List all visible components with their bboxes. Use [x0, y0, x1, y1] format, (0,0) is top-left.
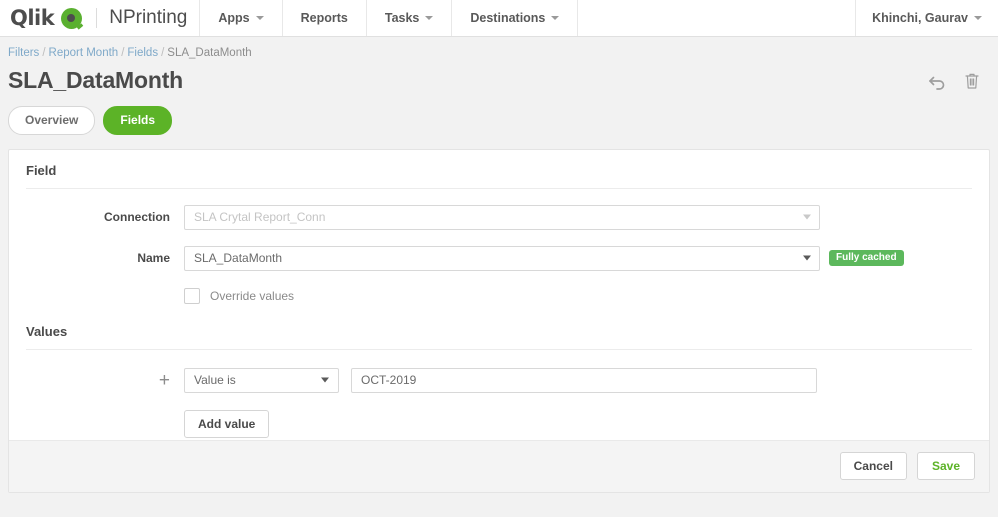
product-name: NPrinting [109, 7, 188, 28]
nav-item-apps[interactable]: Apps [199, 0, 281, 36]
chevron-down-icon [803, 214, 811, 220]
breadcrumb-item-fields[interactable]: Fields [127, 47, 158, 59]
value-row: + Value is OCT-2019 [9, 367, 989, 393]
breadcrumb-separator: / [121, 47, 125, 59]
status-badge-fully-cached: Fully cached [829, 250, 904, 267]
chevron-down-icon [425, 16, 434, 20]
section-heading-field: Field [26, 162, 57, 178]
override-values-row: Override values [9, 287, 989, 304]
connection-field-shell: SLA Crytal Report_Conn [184, 204, 820, 230]
chevron-down-icon [551, 16, 560, 20]
breadcrumb-item-report-month[interactable]: Report Month [49, 47, 119, 59]
panel-body: Field Connection SLA Crytal Report_Conn … [9, 150, 989, 440]
connection-row: Connection SLA Crytal Report_Conn [9, 204, 989, 230]
qlik-logo-icon [61, 7, 83, 29]
plus-icon[interactable]: + [26, 371, 184, 390]
tab-overview[interactable]: Overview [8, 106, 96, 135]
chevron-down-icon [321, 377, 329, 383]
tab-fields[interactable]: Fields [103, 106, 173, 135]
tab-bar: Overview Fields [0, 94, 998, 135]
connection-select[interactable]: SLA Crytal Report_Conn [184, 204, 820, 230]
nav-items: Apps Reports Tasks Destinations [199, 0, 579, 36]
override-values-checkbox[interactable] [184, 287, 200, 304]
user-menu[interactable]: Khinchi, Gaurav [855, 0, 998, 36]
nav-item-destinations[interactable]: Destinations [451, 0, 579, 36]
nav-item-reports-label: Reports [300, 11, 348, 25]
section-divider [26, 348, 972, 350]
breadcrumb-current: SLA_DataMonth [167, 47, 252, 59]
field-editor-panel: Field Connection SLA Crytal Report_Conn … [8, 148, 990, 493]
cancel-button[interactable]: Cancel [839, 452, 907, 481]
title-row: SLA_DataMonth [0, 59, 998, 94]
qlik-wordmark: Qlik [10, 5, 55, 30]
breadcrumb-separator: / [42, 47, 46, 59]
breadcrumb: Filters / Report Month / Fields / SLA_DataMont… [0, 37, 998, 59]
breadcrumb-item-filters[interactable]: Filters [8, 47, 39, 59]
section-divider [26, 187, 972, 189]
panel-footer: Cancel Save [9, 439, 989, 492]
trash-icon[interactable] [964, 72, 980, 90]
name-label: Name [137, 251, 170, 266]
nav-item-tasks-label: Tasks [384, 11, 420, 25]
user-menu-label: Khinchi, Gaurav [872, 11, 968, 25]
brand-logo[interactable]: Qlik [0, 0, 96, 36]
section-heading-values: Values [26, 323, 68, 339]
name-field-shell: SLA_DataMonth [184, 245, 820, 271]
chevron-down-icon [974, 16, 982, 20]
breadcrumb-separator: / [161, 47, 165, 59]
value-input[interactable]: OCT-2019 [351, 367, 817, 393]
undo-arrow-icon[interactable] [928, 72, 946, 90]
chevron-down-icon [803, 255, 811, 261]
value-operator-select[interactable]: Value is [184, 367, 339, 393]
name-row: Name SLA_DataMonth Fully cached [9, 245, 989, 271]
nav-item-apps-label: Apps [218, 11, 250, 25]
nav-item-reports[interactable]: Reports [281, 0, 366, 36]
add-value-row: Add value [9, 409, 989, 439]
nav-item-destinations-label: Destinations [470, 11, 546, 25]
save-button[interactable]: Save [917, 452, 975, 481]
override-values-label: Override values [210, 288, 295, 303]
chevron-down-icon [255, 16, 264, 20]
value-operator-label: Value is [194, 373, 236, 388]
name-select[interactable]: SLA_DataMonth [184, 245, 820, 271]
title-actions [928, 72, 986, 90]
page-title: SLA_DataMonth [8, 67, 184, 93]
connection-label: Connection [104, 210, 170, 225]
row-spacer [26, 410, 184, 438]
add-value-button[interactable]: Add value [184, 409, 270, 439]
nav-item-tasks[interactable]: Tasks [365, 0, 452, 36]
top-navigation-bar: Qlik NPrinting Apps Reports Tasks Destin… [0, 0, 998, 37]
